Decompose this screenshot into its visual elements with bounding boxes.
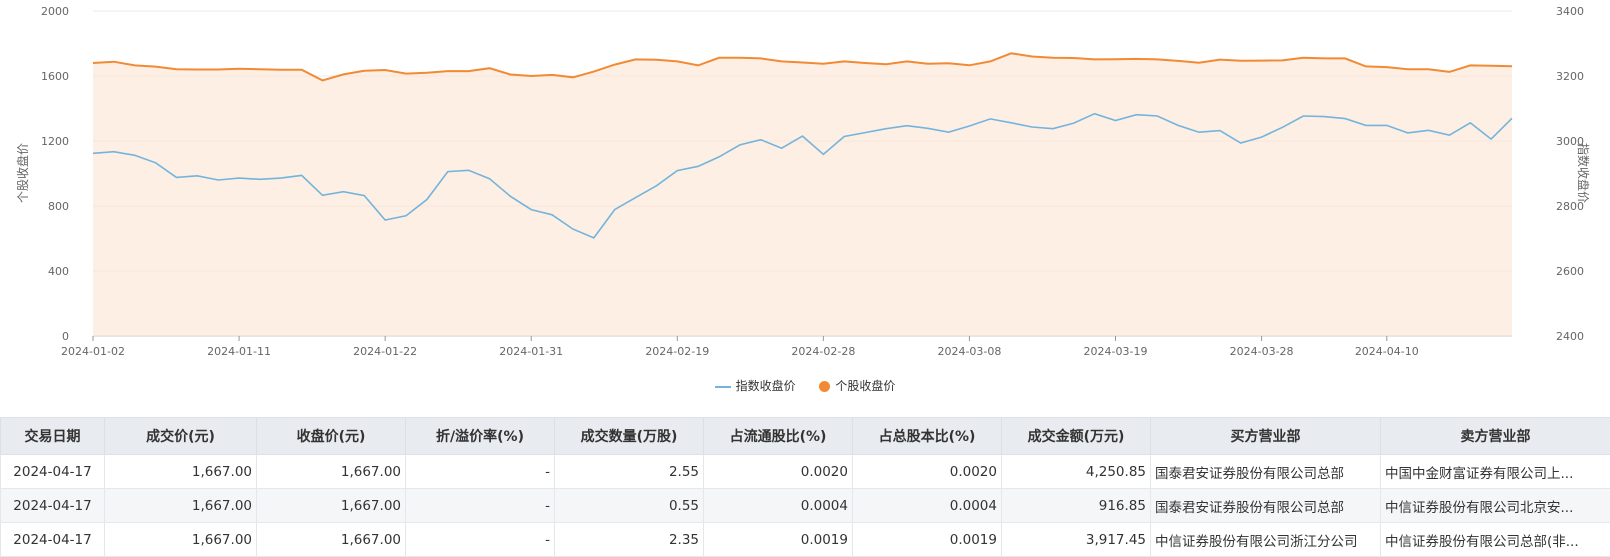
y-right-tick-label: 3400 bbox=[1556, 5, 1584, 18]
y-left-tick-label: 400 bbox=[48, 265, 69, 278]
cell-close-price: 1,667.00 bbox=[257, 489, 406, 523]
y-right-axis-title: 指数收盘价 bbox=[1576, 143, 1591, 203]
header-buyer: 买方营业部 bbox=[1151, 418, 1381, 455]
cell-float-ratio: 0.0020 bbox=[704, 455, 853, 489]
cell-amount: 4,250.85 bbox=[1002, 455, 1151, 489]
x-tick-label: 2024-03-08 bbox=[937, 345, 1001, 358]
cell-seller[interactable]: 中信证券股份有限公司总部(非... bbox=[1381, 523, 1610, 557]
y-left-tick-label: 2000 bbox=[41, 5, 69, 18]
cell-float-ratio: 0.0019 bbox=[704, 523, 853, 557]
cell-buyer[interactable]: 中信证券股份有限公司浙江分公司 bbox=[1151, 523, 1381, 557]
chart-svg: 2000340016003200120030008002800400260002… bbox=[0, 0, 1610, 360]
stock-area bbox=[93, 53, 1512, 336]
cell-total-ratio: 0.0019 bbox=[853, 523, 1002, 557]
cell-volume: 2.35 bbox=[555, 523, 704, 557]
header-volume[interactable]: 成交数量(万股) bbox=[555, 418, 704, 455]
x-tick-label: 2024-01-02 bbox=[61, 345, 125, 358]
legend-line-icon bbox=[715, 386, 731, 388]
cell-seller[interactable]: 中国中金财富证券有限公司上... bbox=[1381, 455, 1610, 489]
cell-volume: 2.55 bbox=[555, 455, 704, 489]
legend-dot-icon bbox=[819, 381, 830, 392]
y-left-tick-label: 1200 bbox=[41, 135, 69, 148]
cell-premium-rate: - bbox=[406, 489, 555, 523]
x-tick-label: 2024-04-10 bbox=[1355, 345, 1419, 358]
cell-amount: 3,917.45 bbox=[1002, 523, 1151, 557]
cell-premium-rate: - bbox=[406, 523, 555, 557]
cell-buyer[interactable]: 国泰君安证券股份有限公司总部 bbox=[1151, 489, 1381, 523]
header-trade-price[interactable]: 成交价(元) bbox=[105, 418, 257, 455]
y-right-tick-label: 2600 bbox=[1556, 265, 1584, 278]
cell-seller[interactable]: 中信证券股份有限公司北京安... bbox=[1381, 489, 1610, 523]
x-tick-label: 2024-01-22 bbox=[353, 345, 417, 358]
y-left-tick-label: 800 bbox=[48, 200, 69, 213]
header-premium-rate[interactable]: 折/溢价率(%) bbox=[406, 418, 555, 455]
legend-label-index: 指数收盘价 bbox=[736, 379, 796, 393]
y-left-tick-label: 1600 bbox=[41, 70, 69, 83]
cell-premium-rate: - bbox=[406, 455, 555, 489]
x-tick-label: 2024-02-28 bbox=[791, 345, 855, 358]
chart-legend: 指数收盘价 个股收盘价 bbox=[0, 377, 1610, 394]
legend-item-index[interactable]: 指数收盘价 bbox=[715, 377, 796, 394]
y-right-tick-label: 3200 bbox=[1556, 70, 1584, 83]
cell-date: 2024-04-17 bbox=[1, 523, 105, 557]
header-amount[interactable]: 成交金额(万元) bbox=[1002, 418, 1151, 455]
x-tick-label: 2024-03-28 bbox=[1230, 345, 1294, 358]
header-close-price[interactable]: 收盘价(元) bbox=[257, 418, 406, 455]
table-row: 2024-04-17 1,667.00 1,667.00 - 2.35 0.00… bbox=[1, 523, 1610, 557]
price-chart: 2000340016003200120030008002800400260002… bbox=[0, 0, 1610, 400]
cell-trade-price: 1,667.00 bbox=[105, 523, 257, 557]
cell-date: 2024-04-17 bbox=[1, 489, 105, 523]
cell-total-ratio: 0.0004 bbox=[853, 489, 1002, 523]
y-right-tick-label: 2400 bbox=[1556, 330, 1584, 343]
y-left-tick-label: 0 bbox=[62, 330, 69, 343]
table-header-row: 交易日期 成交价(元) 收盘价(元) 折/溢价率(%) 成交数量(万股) 占流通… bbox=[1, 418, 1610, 455]
block-trade-table: 交易日期 成交价(元) 收盘价(元) 折/溢价率(%) 成交数量(万股) 占流通… bbox=[0, 417, 1610, 557]
legend-item-stock[interactable]: 个股收盘价 bbox=[819, 377, 895, 394]
table-row: 2024-04-17 1,667.00 1,667.00 - 0.55 0.00… bbox=[1, 489, 1610, 523]
header-date[interactable]: 交易日期 bbox=[1, 418, 105, 455]
x-tick-label: 2024-01-11 bbox=[207, 345, 271, 358]
cell-date: 2024-04-17 bbox=[1, 455, 105, 489]
header-float-ratio[interactable]: 占流通股比(%) bbox=[704, 418, 853, 455]
header-seller: 卖方营业部 bbox=[1381, 418, 1610, 455]
x-tick-label: 2024-02-19 bbox=[645, 345, 709, 358]
cell-float-ratio: 0.0004 bbox=[704, 489, 853, 523]
cell-amount: 916.85 bbox=[1002, 489, 1151, 523]
cell-buyer[interactable]: 国泰君安证券股份有限公司总部 bbox=[1151, 455, 1381, 489]
cell-total-ratio: 0.0020 bbox=[853, 455, 1002, 489]
x-tick-label: 2024-03-19 bbox=[1084, 345, 1148, 358]
cell-close-price: 1,667.00 bbox=[257, 455, 406, 489]
y-left-axis-title: 个股收盘价 bbox=[15, 143, 30, 203]
table-row: 2024-04-17 1,667.00 1,667.00 - 2.55 0.00… bbox=[1, 455, 1610, 489]
cell-trade-price: 1,667.00 bbox=[105, 489, 257, 523]
legend-label-stock: 个股收盘价 bbox=[835, 379, 895, 393]
x-tick-label: 2024-01-31 bbox=[499, 345, 563, 358]
cell-trade-price: 1,667.00 bbox=[105, 455, 257, 489]
header-total-ratio[interactable]: 占总股本比(%) bbox=[853, 418, 1002, 455]
cell-close-price: 1,667.00 bbox=[257, 523, 406, 557]
cell-volume: 0.55 bbox=[555, 489, 704, 523]
